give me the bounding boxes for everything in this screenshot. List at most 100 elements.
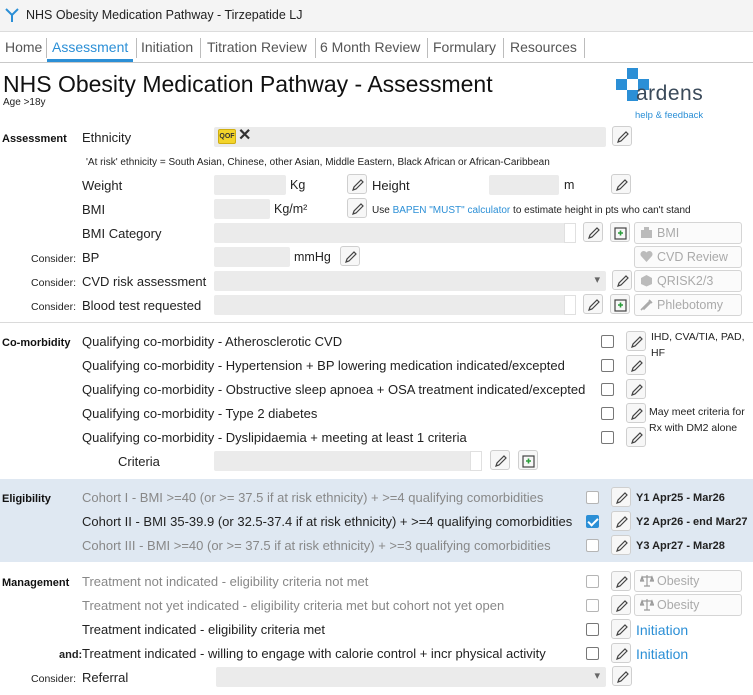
tab-divider (584, 38, 585, 58)
management-checkbox[interactable] (586, 623, 599, 636)
bapen-pre: Use (372, 205, 390, 216)
referral-dropdown[interactable] (216, 667, 606, 687)
cohort-1-label: Cohort I - BMI >=40 (or >= 37.5 if at ri… (82, 490, 544, 505)
cohort-1-edit-button[interactable] (611, 487, 631, 507)
weight-field[interactable] (214, 175, 286, 195)
weight-edit-button[interactable] (347, 174, 367, 194)
criteria-edit-button[interactable] (490, 450, 510, 470)
tab-divider (503, 38, 504, 58)
qrisk-label: QRISK2/3 (657, 274, 714, 288)
comorbidity-edit-button[interactable] (626, 427, 646, 447)
bmi-template-button[interactable]: BMI (634, 222, 742, 244)
management-edit-button[interactable] (611, 619, 631, 639)
tab-6-month-review[interactable]: 6 Month Review (315, 32, 425, 62)
management-checkbox[interactable] (586, 575, 599, 588)
cohort-1-checkbox[interactable] (586, 491, 599, 504)
ethnicity-edit-button[interactable] (612, 126, 632, 146)
pencil-icon (617, 275, 629, 287)
management-edit-button[interactable] (611, 643, 631, 663)
ardens-brand: ardens (636, 82, 704, 105)
management-edit-button[interactable] (611, 595, 631, 615)
section-management: Management (2, 577, 70, 589)
consider-label: Consider: (31, 253, 76, 265)
initiation-link[interactable]: Initiation (636, 646, 688, 662)
ethnicity-field[interactable] (214, 127, 606, 147)
comorbidity-edit-button[interactable] (626, 403, 646, 423)
management-edit-button[interactable] (611, 571, 631, 591)
criteria-field[interactable] (214, 451, 482, 471)
initiation-link[interactable]: Initiation (636, 622, 688, 638)
tab-titration-review[interactable]: Titration Review (202, 32, 312, 62)
cohort-3-edit-button[interactable] (611, 535, 631, 555)
tab-assessment[interactable]: Assessment (47, 32, 134, 62)
cvd-risk-dropdown[interactable] (214, 271, 606, 291)
field-scroll (564, 295, 576, 315)
bmi-field[interactable] (214, 199, 270, 219)
height-unit: m (564, 178, 575, 192)
tab-formulary[interactable]: Formulary (428, 32, 501, 62)
blood-test-add-button[interactable] (610, 294, 630, 314)
tab-home[interactable]: Home (0, 32, 47, 62)
tab-bar: Home Assessment Initiation Titration Rev… (0, 32, 753, 63)
blood-test-field[interactable] (214, 295, 576, 315)
clear-icon[interactable]: ✕ (238, 128, 251, 144)
bmi-category-field[interactable] (214, 223, 576, 243)
tab-initiation[interactable]: Initiation (136, 32, 198, 62)
cohort-2-edit-button[interactable] (611, 511, 631, 531)
add-entry-icon (522, 455, 535, 468)
obesity-template-button[interactable]: Obesity (634, 594, 742, 616)
height-field[interactable] (489, 175, 559, 195)
ethnicity-label: Ethnicity (82, 130, 132, 145)
comorbidity-edit-button[interactable] (626, 379, 646, 399)
pencil-icon (616, 540, 628, 552)
cohort-3-label: Cohort III - BMI >=40 (or >= 37.5 if at … (82, 538, 551, 553)
blood-test-edit-button[interactable] (583, 294, 603, 314)
criteria-add-button[interactable] (518, 450, 538, 470)
management-checkbox[interactable] (586, 599, 599, 612)
help-feedback-link[interactable]: help & feedback (635, 110, 703, 121)
pencil-icon (616, 516, 628, 528)
pencil-icon (352, 203, 364, 215)
comorbidity-checkbox[interactable] (601, 335, 614, 348)
management-item: Treatment indicated - eligibility criter… (82, 622, 325, 637)
comorbidity-checkbox[interactable] (601, 359, 614, 372)
comorbidity-checkbox[interactable] (601, 383, 614, 396)
qrisk-button[interactable]: QRISK2/3 (634, 270, 742, 292)
cvd-risk-label: CVD risk assessment (82, 274, 207, 289)
cohort-3-checkbox[interactable] (586, 539, 599, 552)
management-checkbox[interactable] (586, 647, 599, 660)
pencil-icon (616, 600, 628, 612)
comorbidity-checkbox[interactable] (601, 431, 614, 444)
bmi-category-add-button[interactable] (610, 222, 630, 242)
comorbidity-edit-button[interactable] (626, 355, 646, 375)
comorbidity-edit-button[interactable] (626, 331, 646, 351)
bmi-template-label: BMI (657, 226, 680, 240)
phlebotomy-button[interactable]: Phlebotomy (634, 294, 742, 316)
phlebotomy-label: Phlebotomy (657, 298, 724, 312)
referral-edit-button[interactable] (612, 666, 632, 686)
consider-label: Consider: (31, 301, 76, 313)
bp-field[interactable] (214, 247, 290, 267)
bp-unit: mmHg (294, 250, 331, 264)
bp-edit-button[interactable] (340, 246, 360, 266)
pencil-icon (588, 227, 600, 239)
comorbidity-checkbox[interactable] (601, 407, 614, 420)
management-item: Treatment indicated - willing to engage … (82, 646, 546, 661)
height-edit-button[interactable] (611, 174, 631, 194)
section-eligibility: Eligibility (2, 493, 51, 505)
balance-scale-icon (640, 599, 654, 611)
comorbidity-item: Qualifying co-morbidity - Type 2 diabete… (82, 406, 318, 421)
add-entry-icon (614, 227, 627, 240)
cohort-2-label: Cohort II - BMI 35-39.9 (or 32.5-37.4 if… (82, 514, 573, 529)
bapen-link[interactable]: BAPEN "MUST" calculator (393, 205, 511, 216)
pencil-icon (616, 179, 628, 191)
qof-badge: QOF (218, 129, 236, 144)
cvd-review-button[interactable]: CVD Review (634, 246, 742, 268)
bmi-category-edit-button[interactable] (583, 222, 603, 242)
cohort-3-date: Y3 Apr27 - Mar28 (636, 540, 725, 552)
tab-resources[interactable]: Resources (505, 32, 582, 62)
obesity-template-button[interactable]: Obesity (634, 570, 742, 592)
cvd-risk-edit-button[interactable] (612, 270, 632, 290)
cohort-2-checkbox[interactable] (586, 515, 599, 528)
bmi-edit-button[interactable] (347, 198, 367, 218)
